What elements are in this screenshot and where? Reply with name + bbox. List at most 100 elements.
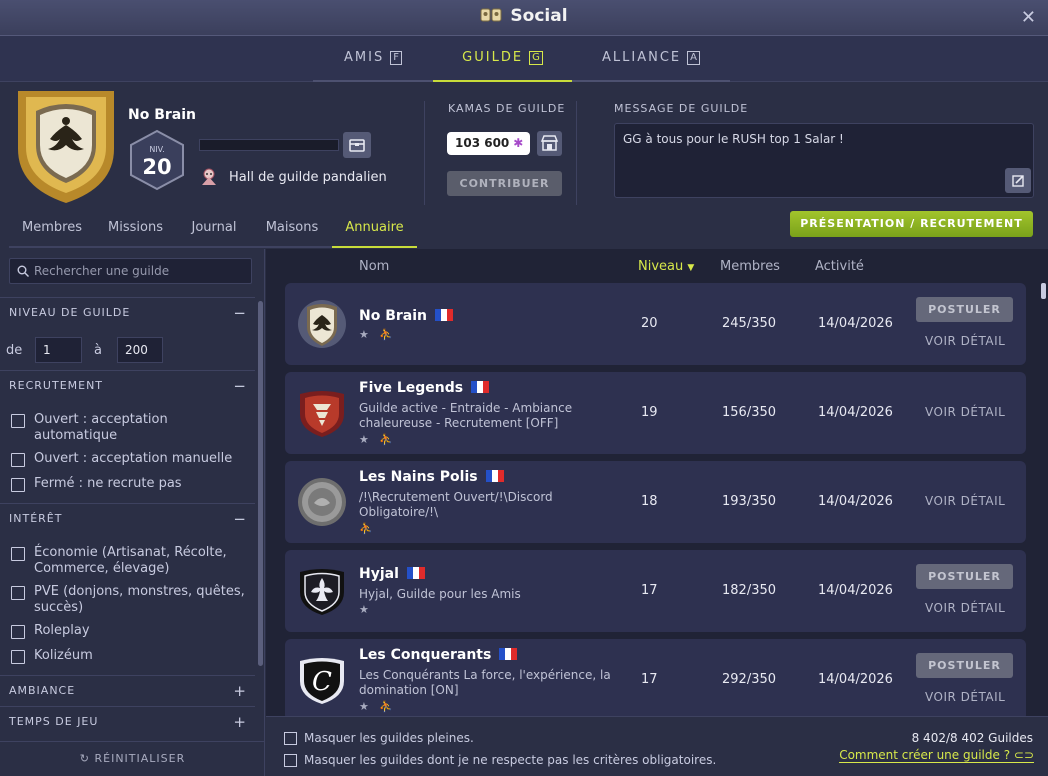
filter-sidebar: Rechercher une guilde NIVEAU DE GUILDE − … [0,249,265,776]
checkbox-label: Économie (Artisanat, Récolte, Commerce, … [34,545,227,576]
level-max-input[interactable]: 200 [117,337,163,363]
tab-amis[interactable]: AMIS F [313,36,433,82]
french-flag-icon [471,381,490,393]
french-flag-icon [485,470,504,482]
tab-annuaire[interactable]: Annuaire [332,213,417,248]
checkbox-kolizeum[interactable] [11,650,25,664]
checkbox-label: Ouvert : acceptation manuelle [34,451,233,466]
checkbox-roleplay[interactable] [11,625,25,639]
guild-name: No Brain [128,107,196,123]
guild-row[interactable]: Hyjal Hyjal, Guilde pour les Amis ★ 17 1… [285,550,1026,632]
kamas-value: 103 600 [455,136,510,150]
view-detail-link[interactable]: VOIR DÉTAIL [925,690,1005,704]
sidebar-scrollbar[interactable] [258,301,263,666]
collapse-icon[interactable]: − [233,371,247,401]
guild-level: 17 [641,672,658,687]
checkbox-recruit-closed[interactable] [11,478,25,492]
person-icon: ⛹ [379,433,394,446]
guild-row[interactable]: Les Nains Polis /!\Recrutement Ouvert/!\… [285,461,1026,543]
guild-name: Les Nains Polis [359,469,504,485]
tab-maisons[interactable]: Maisons [252,213,332,248]
guild-level: 17 [641,583,658,598]
title-bar: Social ✕ [0,0,1048,36]
hall-icon [202,168,216,185]
checkbox-hide-full[interactable] [284,732,297,745]
collapse-icon[interactable]: − [233,298,247,328]
apply-button[interactable]: POSTULER [916,564,1013,589]
column-name[interactable]: Nom [359,259,389,274]
checkbox-pve[interactable] [11,586,25,600]
search-icon [17,265,29,277]
xp-bar [199,139,339,151]
tab-journal[interactable]: Journal [176,213,252,248]
french-flag-icon [406,567,425,579]
star-icon: ★ [359,700,369,713]
search-placeholder: Rechercher une guilde [34,264,170,278]
reset-button[interactable]: ↻ RÉINITIALISER [0,741,265,776]
guild-name: Hyjal [359,566,425,582]
checkbox-recruit-manual[interactable] [11,453,25,467]
hide-full-label: Masquer les guildes pleines. [304,731,474,745]
checkbox-economy[interactable] [11,547,25,561]
guild-description: Les Conquérants La force, l'expérience, … [359,668,611,697]
view-detail-link[interactable]: VOIR DÉTAIL [925,494,1005,508]
guild-activity: 14/04/2026 [818,672,893,687]
close-icon[interactable]: ✕ [1021,7,1036,28]
list-scrollbar[interactable] [1041,283,1046,299]
checkbox-label: PVE (donjons, monstres, quêtes, succès) [34,584,245,615]
guild-tags: ★ ⛹ [359,433,393,446]
column-members[interactable]: Membres [720,259,780,274]
guild-row[interactable]: No Brain ★ ⛹ 20 245/350 14/04/2026 POSTU… [285,283,1026,365]
guild-members: 193/350 [722,494,777,509]
section-interest[interactable]: INTÉRÊT − [0,503,255,535]
edit-message-button[interactable] [1005,168,1031,193]
guild-emblem [18,91,114,203]
kamas-icon: ✱ [513,136,524,150]
checkbox-recruit-auto[interactable] [11,414,25,428]
view-detail-link[interactable]: VOIR DÉTAIL [925,334,1005,348]
section-guild-level[interactable]: NIVEAU DE GUILDE − [0,297,255,329]
french-flag-icon [499,648,518,660]
guild-tags: ★ ⛹ [359,328,393,341]
recruitment-button[interactable]: PRÉSENTATION / RECRUTEMENT [790,211,1033,237]
tab-missions[interactable]: Missions [95,213,176,248]
apply-button[interactable]: POSTULER [916,653,1013,678]
view-detail-link[interactable]: VOIR DÉTAIL [925,405,1005,419]
checkbox-hide-criteria[interactable] [284,754,297,767]
guild-header: No Brain NIV. 20 Hall de guilde pandalie… [0,83,1048,249]
guild-members: 245/350 [722,316,777,331]
guild-emblem-icon [300,391,344,437]
guild-row[interactable]: C Les Conquerants Les Conquérants La for… [285,639,1026,721]
guild-row[interactable]: Five Legends Guilde active - Entraide - … [285,372,1026,454]
create-guild-link[interactable]: Comment créer une guilde ? ⊂⊃ [839,748,1034,763]
tab-label: AMIS [344,50,385,65]
expand-icon[interactable]: + [233,676,247,706]
guild-chest-button[interactable] [343,132,371,158]
guild-activity: 14/04/2026 [818,583,893,598]
collapse-icon[interactable]: − [233,504,247,534]
guild-description: Guilde active - Entraide - Ambiance chal… [359,401,573,430]
contribute-button[interactable]: CONTRIBUER [447,171,562,196]
guild-emblem-icon: C [300,658,344,704]
window-title: Social [0,6,1048,26]
column-activity[interactable]: Activité [815,259,864,274]
tab-guilde[interactable]: GUILDE G [433,36,572,82]
view-detail-link[interactable]: VOIR DÉTAIL [925,601,1005,615]
shop-button[interactable] [537,131,562,156]
guild-description: Hyjal, Guilde pour les Amis [359,587,521,601]
guild-name-text: Five Legends [359,380,464,396]
guild-activity: 14/04/2026 [818,316,893,331]
section-ambiance[interactable]: AMBIANCE + [0,675,255,707]
expand-icon[interactable]: + [233,707,247,737]
tab-alliance[interactable]: ALLIANCE A [572,36,730,82]
section-recruitment[interactable]: RECRUTEMENT − [0,370,255,402]
column-level[interactable]: Niveau ▼ [638,259,694,274]
section-play-time[interactable]: TEMPS DE JEU + [0,706,255,738]
level-min-input[interactable]: 1 [35,337,82,363]
guild-search-input[interactable]: Rechercher une guilde [9,258,252,284]
guild-message-text: GG à tous pour le RUSH top 1 Salar ! [623,132,844,146]
edit-icon [1012,175,1024,187]
tab-membres[interactable]: Membres [9,213,95,248]
apply-button[interactable]: POSTULER [916,297,1013,322]
guild-emblem-icon [298,300,346,348]
